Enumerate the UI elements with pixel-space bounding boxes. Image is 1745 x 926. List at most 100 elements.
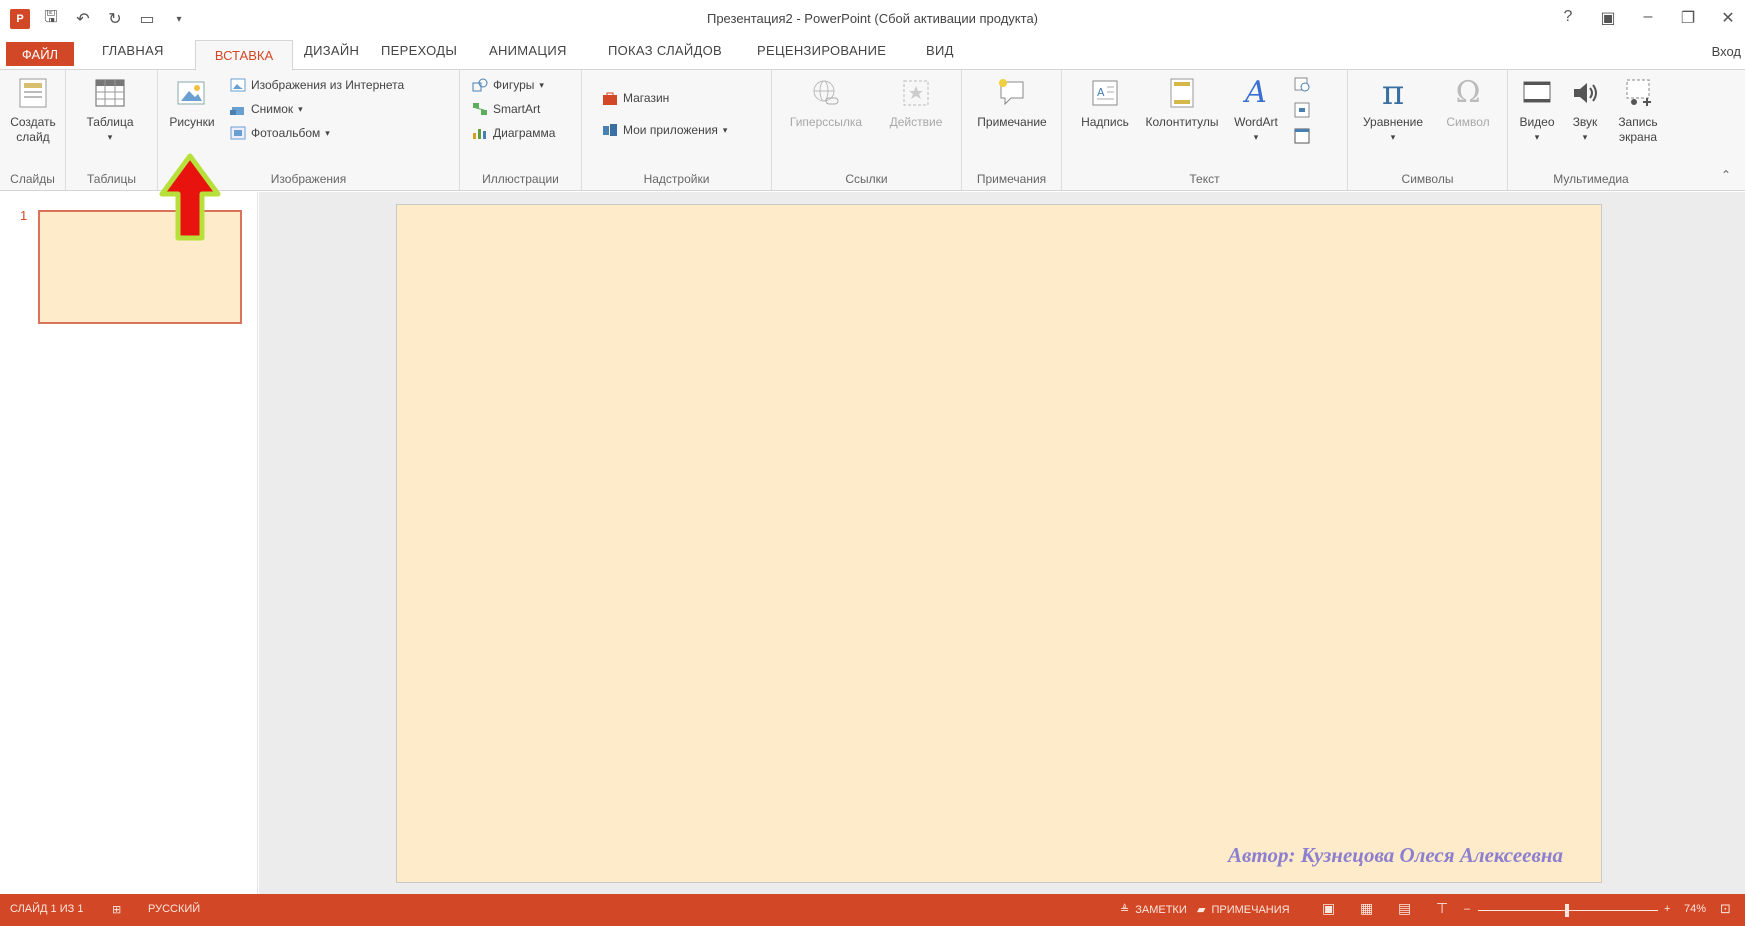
reading-view-icon[interactable]: ▤	[1398, 900, 1411, 917]
online-pictures-button[interactable]: Изображения из Интернета	[230, 77, 404, 93]
photo-album-icon	[230, 125, 246, 141]
pictures-icon	[175, 76, 209, 110]
slideshow-view-icon[interactable]: ⊤	[1436, 900, 1448, 917]
group-addins-label: Надстройки	[643, 172, 710, 186]
zoom-in-button[interactable]: +	[1664, 903, 1670, 915]
smartart-icon	[472, 101, 488, 117]
video-button[interactable]: Видео ▾	[1512, 76, 1562, 145]
new-slide-button[interactable]: Создать слайд	[4, 76, 62, 145]
svg-text:A: A	[1097, 86, 1105, 99]
header-footer-icon	[1165, 76, 1199, 110]
comment-button[interactable]: Примечание	[970, 76, 1054, 130]
action-icon	[899, 76, 933, 110]
pictures-button[interactable]: Рисунки	[162, 76, 222, 130]
title-bar: P 🖫 ↶ ↻ ▭ ▾ Презентация2 - PowerPoint (С…	[0, 0, 1745, 38]
store-button[interactable]: Магазин	[602, 90, 669, 106]
slide-number-button[interactable]	[1294, 102, 1310, 118]
shapes-button[interactable]: Фигуры ▾	[472, 77, 544, 93]
red-up-arrow-icon	[159, 153, 221, 241]
action-button[interactable]: Действие	[876, 76, 956, 130]
tab-home[interactable]: ГЛАВНАЯ	[102, 43, 164, 58]
minimize-button[interactable]: –	[1639, 8, 1657, 28]
object-icon	[1294, 128, 1310, 144]
collapse-ribbon-icon[interactable]: ⌃	[1721, 168, 1731, 182]
group-slides-label: Слайды	[10, 172, 55, 186]
thumbnail-number: 1	[20, 208, 28, 223]
zoom-level[interactable]: 74%	[1684, 903, 1706, 915]
photo-album-dropdown-icon: ▾	[325, 127, 330, 138]
omega-icon: Ω	[1455, 75, 1481, 110]
my-apps-dropdown-icon: ▾	[722, 124, 728, 135]
slide-sorter-icon[interactable]: ▦	[1360, 900, 1373, 917]
group-illustrations: Фигуры ▾ SmartArt Диаграмма Иллюстрации	[460, 70, 582, 190]
group-tables-label: Таблицы	[86, 172, 136, 186]
group-comments: Примечание Примечания	[962, 70, 1062, 190]
comments-button[interactable]: ▰ ПРИМЕЧАНИЯ	[1197, 903, 1290, 917]
screenshot-icon	[230, 101, 246, 117]
equation-dropdown-icon: ▾	[1390, 132, 1396, 142]
slide-canvas[interactable]: Автор: Кузнецова Олеся Алексеевна	[396, 204, 1602, 883]
zoom-slider-thumb[interactable]	[1565, 904, 1569, 917]
tab-insert[interactable]: ВСТАВКА	[195, 40, 293, 71]
smartart-button[interactable]: SmartArt	[472, 101, 540, 117]
my-apps-button[interactable]: Мои приложения ▾	[602, 122, 727, 138]
sign-in-link[interactable]: Вход	[1712, 44, 1741, 59]
group-links: Гиперссылка Действие Ссылки	[772, 70, 962, 190]
header-footer-button[interactable]: Колонтитулы	[1138, 76, 1226, 130]
table-icon	[93, 76, 127, 110]
new-slide-icon	[16, 76, 50, 110]
speaker-icon	[1568, 76, 1602, 110]
spell-check-icon[interactable]: ⊞	[112, 903, 121, 916]
fit-slide-icon[interactable]: ⊡	[1720, 901, 1731, 917]
tab-slideshow[interactable]: ПОКАЗ СЛАЙДОВ	[608, 43, 722, 58]
slide-number-icon	[1294, 102, 1310, 118]
tab-animations[interactable]: АНИМАЦИЯ	[489, 43, 567, 58]
help-button[interactable]: ?	[1559, 8, 1577, 28]
video-icon	[1520, 76, 1554, 110]
screenshot-dropdown-icon: ▾	[298, 103, 303, 114]
textbox-button[interactable]: A Надпись	[1070, 76, 1140, 130]
slide-thumbnail-pane: 1	[0, 192, 258, 894]
symbol-button[interactable]: Ω Символ	[1436, 76, 1500, 130]
screenshot-button[interactable]: Снимок ▾	[230, 101, 303, 117]
audio-button[interactable]: Звук ▾	[1562, 76, 1608, 145]
group-illustrations-label: Иллюстрации	[482, 172, 559, 186]
restore-button[interactable]: ❐	[1679, 8, 1697, 28]
wordart-button[interactable]: A WordArt ▾	[1226, 76, 1286, 145]
audio-dropdown-icon: ▾	[1582, 132, 1588, 142]
author-text[interactable]: Автор: Кузнецова Олеся Алексеевна	[1228, 843, 1563, 868]
tab-view[interactable]: ВИД	[926, 43, 954, 58]
hyperlink-button[interactable]: Гиперссылка	[778, 76, 874, 130]
online-pictures-icon	[230, 77, 246, 93]
table-dropdown-icon: ▾	[107, 132, 113, 142]
photo-album-button[interactable]: Фотоальбом ▾	[230, 125, 330, 141]
chart-button[interactable]: Диаграмма	[472, 125, 555, 141]
tab-file[interactable]: ФАЙЛ	[6, 42, 74, 66]
chart-icon	[472, 125, 488, 141]
slide-counter[interactable]: СЛАЙД 1 ИЗ 1	[10, 903, 83, 915]
group-text: A Надпись Колонтитулы A WordArt ▾ Текст	[1062, 70, 1348, 190]
store-icon	[602, 90, 618, 106]
wordart-dropdown-icon: ▾	[1253, 132, 1259, 142]
textbox-icon: A	[1088, 76, 1122, 110]
group-addins: Магазин Мои приложения ▾ Надстройки	[582, 70, 772, 190]
group-comments-label: Примечания	[976, 172, 1047, 186]
screen-recording-button[interactable]: Запись экрана	[1608, 76, 1668, 145]
table-button[interactable]: Таблица ▾	[80, 76, 140, 145]
tab-design[interactable]: ДИЗАЙН	[304, 43, 359, 58]
group-text-label: Текст	[1189, 172, 1220, 186]
object-button[interactable]	[1294, 128, 1310, 144]
pi-icon: π	[1381, 73, 1405, 113]
shapes-dropdown-icon: ▾	[539, 79, 544, 90]
zoom-out-button[interactable]: –	[1464, 903, 1470, 915]
ribbon-display-options-icon[interactable]: ▣	[1599, 8, 1617, 28]
close-button[interactable]: ✕	[1719, 8, 1737, 28]
tab-transitions[interactable]: ПЕРЕХОДЫ	[381, 43, 457, 58]
equation-button[interactable]: π Уравнение ▾	[1354, 76, 1432, 145]
tab-review[interactable]: РЕЦЕНЗИРОВАНИЕ	[757, 43, 886, 58]
date-time-button[interactable]	[1294, 76, 1310, 92]
normal-view-icon[interactable]: ▣	[1322, 900, 1335, 917]
video-dropdown-icon: ▾	[1534, 132, 1540, 142]
language-indicator[interactable]: РУССКИЙ	[148, 903, 200, 915]
notes-button[interactable]: ≜ ЗАМЕТКИ	[1120, 903, 1187, 917]
